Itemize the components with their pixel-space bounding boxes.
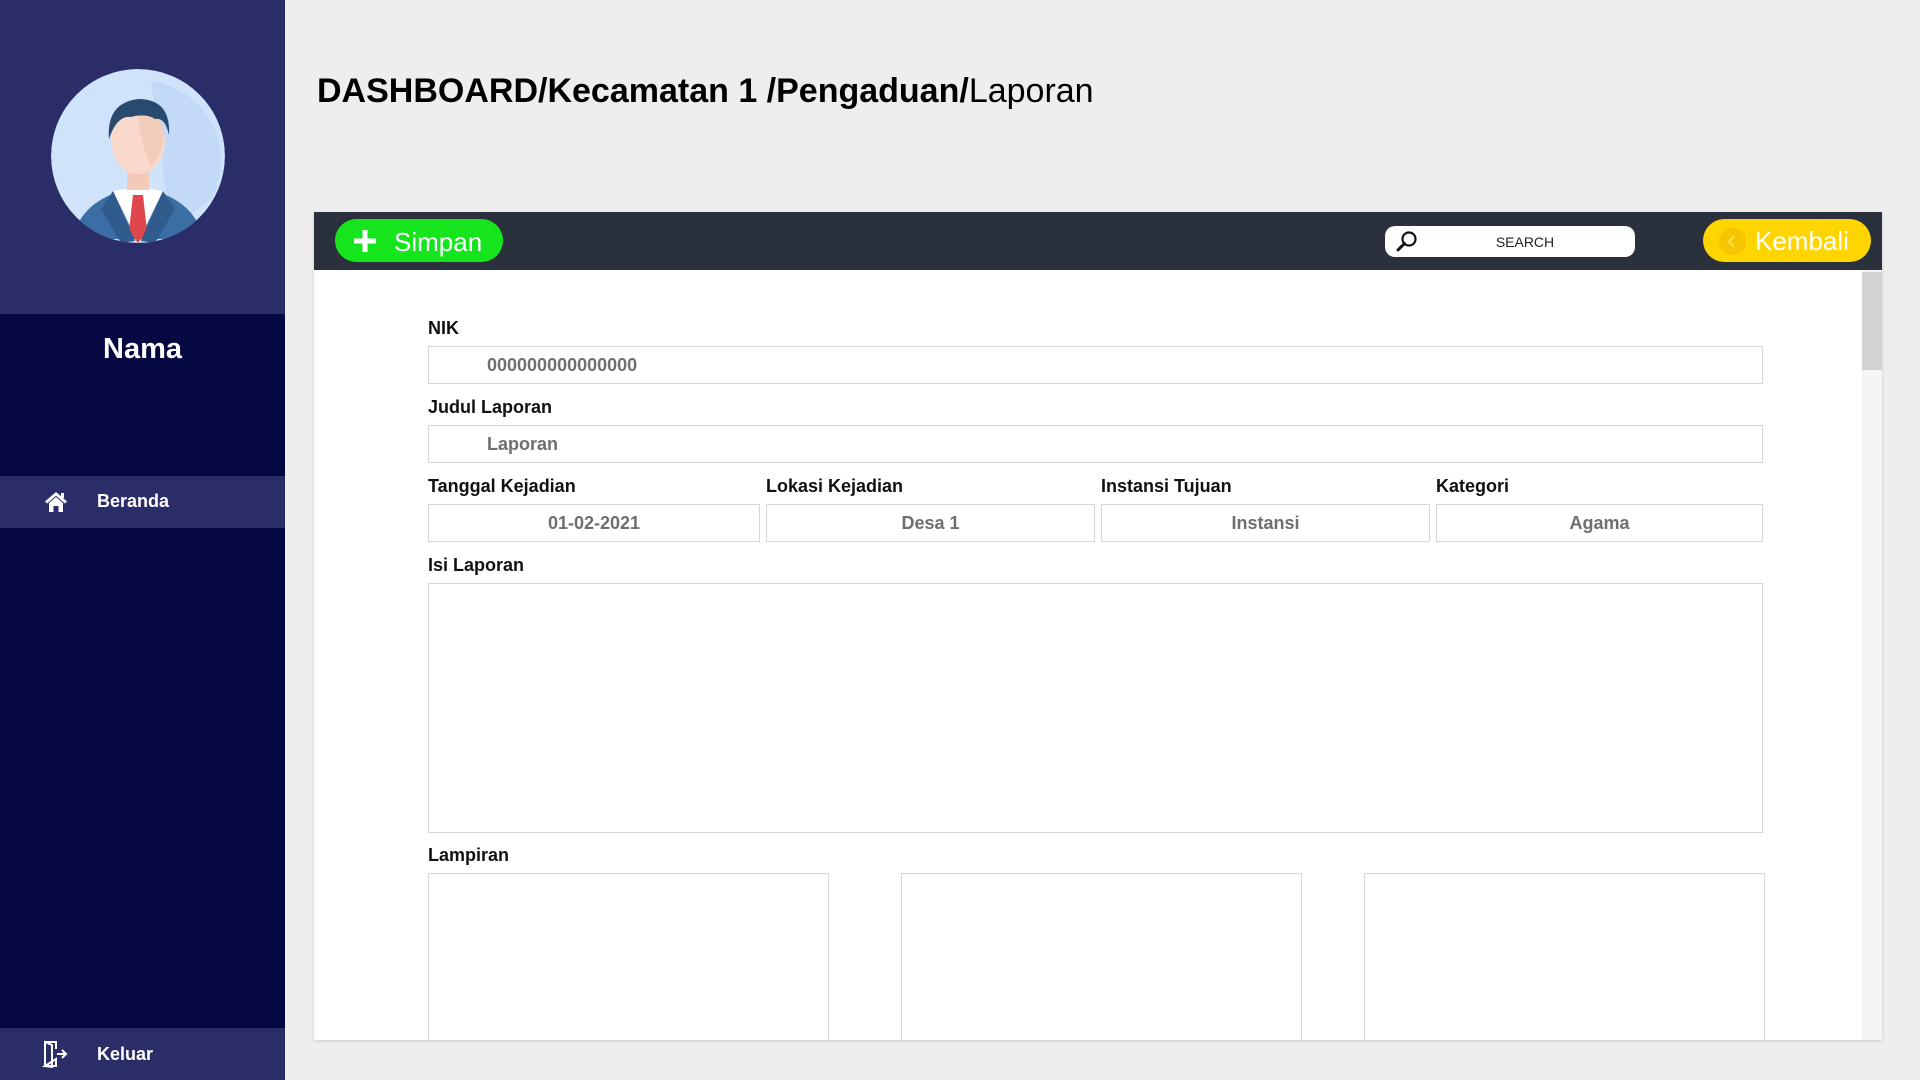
isi-label: Isi Laporan xyxy=(428,555,525,575)
nik-field[interactable] xyxy=(428,346,1763,384)
search-input[interactable]: SEARCH xyxy=(1385,226,1635,257)
kategori-field[interactable] xyxy=(1436,504,1763,542)
lokasi-label: Lokasi Kejadian xyxy=(766,476,904,496)
sidebar-item-label: Beranda xyxy=(97,491,170,511)
judul-field[interactable] xyxy=(428,425,1763,463)
instansi-field[interactable] xyxy=(1101,504,1430,542)
report-panel: Simpan SEARCH Kembali NIK Judul Laporan xyxy=(314,212,1882,1040)
save-label: Simpan xyxy=(394,227,483,257)
user-avatar xyxy=(51,69,225,243)
lokasi-field[interactable] xyxy=(766,504,1095,542)
profile-panel xyxy=(0,0,285,314)
instansi-label: Instansi Tujuan xyxy=(1101,476,1232,496)
breadcrumb: DASHBOARD/Kecamatan 1 /Pengaduan/Laporan xyxy=(317,72,1094,111)
breadcrumb-path[interactable]: DASHBOARD/Kecamatan 1 /Pengaduan/ xyxy=(317,72,969,110)
logout-button[interactable]: Keluar xyxy=(0,1028,285,1080)
isi-textarea[interactable] xyxy=(428,583,1763,833)
kategori-label: Kategori xyxy=(1436,476,1510,496)
chevron-left-icon xyxy=(1719,228,1746,255)
sidebar-item-beranda[interactable]: Beranda xyxy=(0,476,285,528)
attachment-slot-1[interactable] xyxy=(428,873,829,1040)
attachment-slot-3[interactable] xyxy=(1364,873,1765,1040)
tanggal-field[interactable] xyxy=(428,504,760,542)
user-name: Nama xyxy=(103,333,182,365)
nik-label: NIK xyxy=(428,318,459,338)
toolbar: Simpan SEARCH Kembali xyxy=(314,212,1882,270)
breadcrumb-current: Laporan xyxy=(968,72,1094,110)
search-placeholder: SEARCH xyxy=(1495,234,1555,250)
back-button[interactable]: Kembali xyxy=(1703,219,1871,262)
scrollbar-track[interactable] xyxy=(1862,270,1882,1040)
save-button[interactable]: Simpan xyxy=(335,219,503,262)
plus-icon xyxy=(352,228,378,254)
sidebar: Nama Beranda Keluar xyxy=(0,0,285,1080)
home-icon xyxy=(43,489,69,515)
tanggal-label: Tanggal Kejadian xyxy=(428,476,576,496)
attachment-slot-2[interactable] xyxy=(901,873,1302,1040)
search-icon xyxy=(1396,230,1418,252)
back-label: Kembali xyxy=(1755,226,1849,256)
lampiran-label: Lampiran xyxy=(428,845,510,865)
logout-label: Keluar xyxy=(97,1044,154,1064)
logout-icon xyxy=(41,1040,68,1069)
scrollbar-thumb[interactable] xyxy=(1862,272,1882,370)
judul-label: Judul Laporan xyxy=(428,397,553,417)
